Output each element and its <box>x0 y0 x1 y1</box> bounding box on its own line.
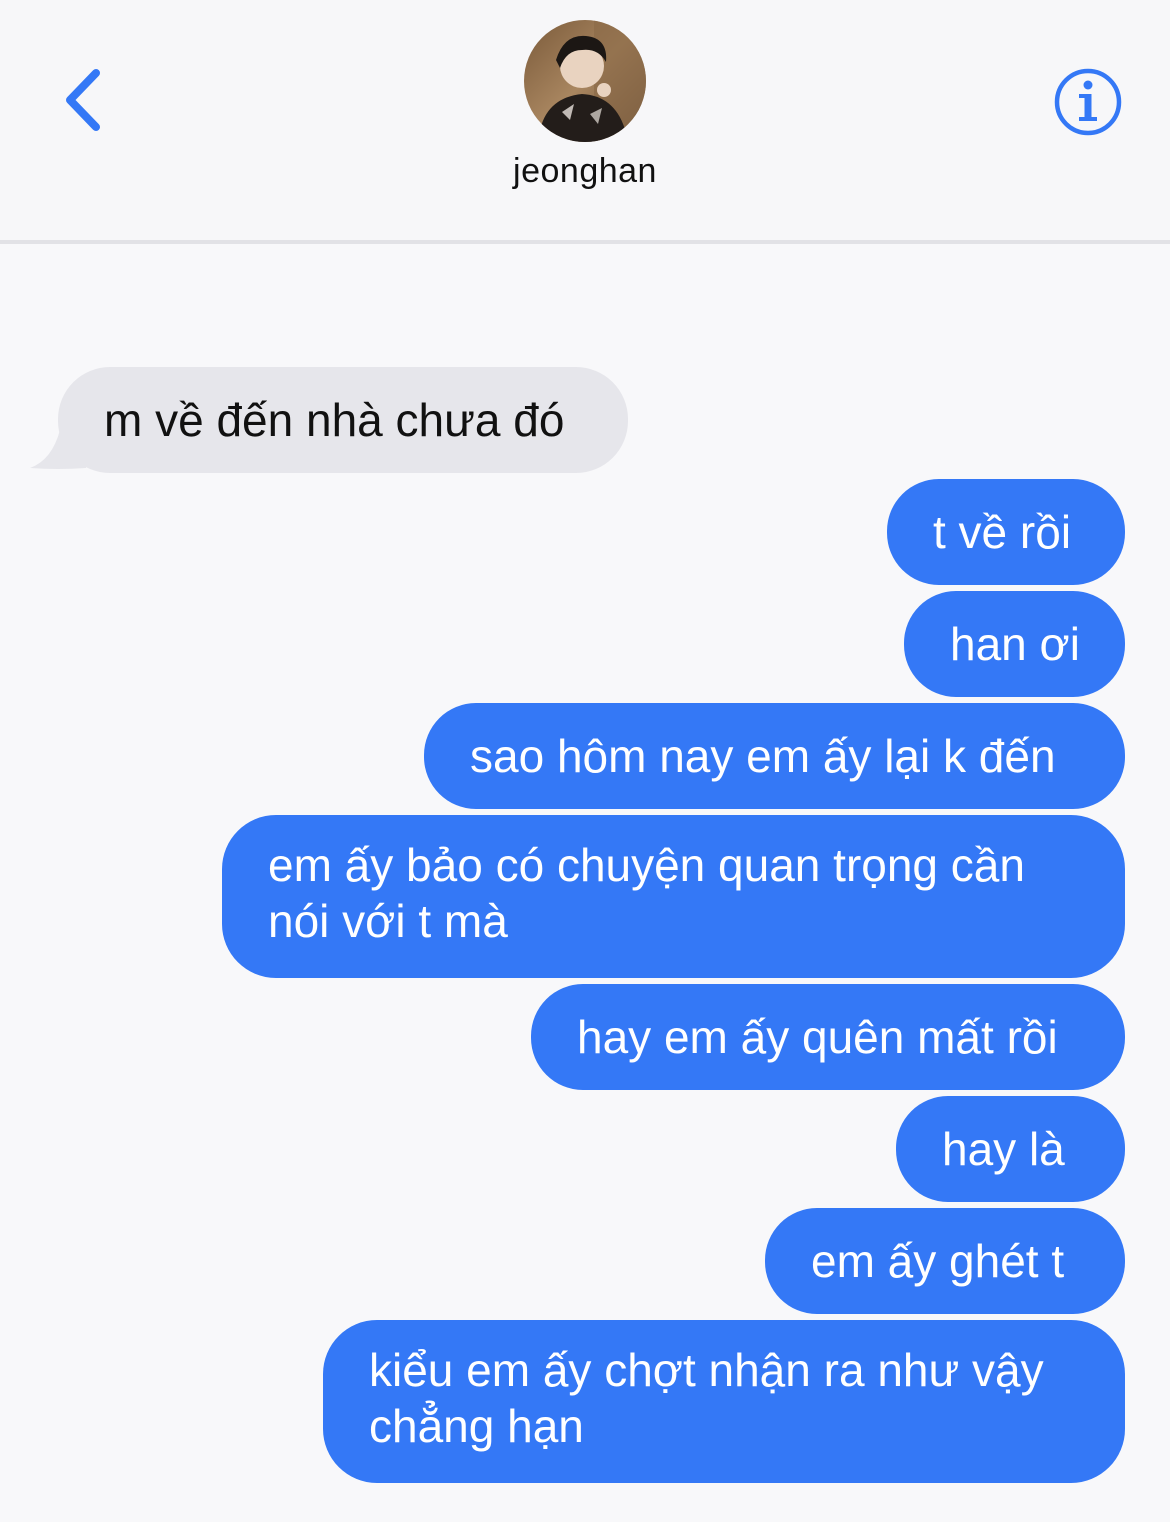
message-bubble-sent[interactable]: hay em ấy quên mất rồi <box>531 984 1125 1090</box>
message-bubble-sent[interactable]: han ơi <box>904 591 1125 697</box>
message-bubble-sent[interactable]: em ấy ghét t <box>765 1208 1125 1314</box>
message-bubble-sent[interactable]: sao hôm nay em ấy lại k đến <box>424 703 1125 809</box>
back-button[interactable] <box>48 60 118 140</box>
avatar-photo <box>524 20 646 142</box>
conversation-header: jeonghan <box>0 0 1170 240</box>
message-bubble-sent[interactable]: hay là <box>896 1096 1125 1202</box>
info-circle-icon <box>1054 68 1122 136</box>
contact-name[interactable]: jeonghan <box>385 152 785 191</box>
message-bubble-sent[interactable]: t về rồi <box>887 479 1125 585</box>
info-button[interactable] <box>1050 64 1126 140</box>
chevron-left-icon <box>66 69 100 131</box>
message-bubble-sent[interactable]: kiểu em ấy chợt nhận ra như vậy chẳng hạ… <box>323 1320 1125 1483</box>
header-divider <box>0 240 1170 244</box>
message-bubble-sent[interactable]: em ấy bảo có chuyện quan trọng cần nói v… <box>222 815 1125 978</box>
message-bubble-received[interactable]: m về đến nhà chưa đó <box>58 367 628 473</box>
avatar[interactable] <box>524 20 646 142</box>
